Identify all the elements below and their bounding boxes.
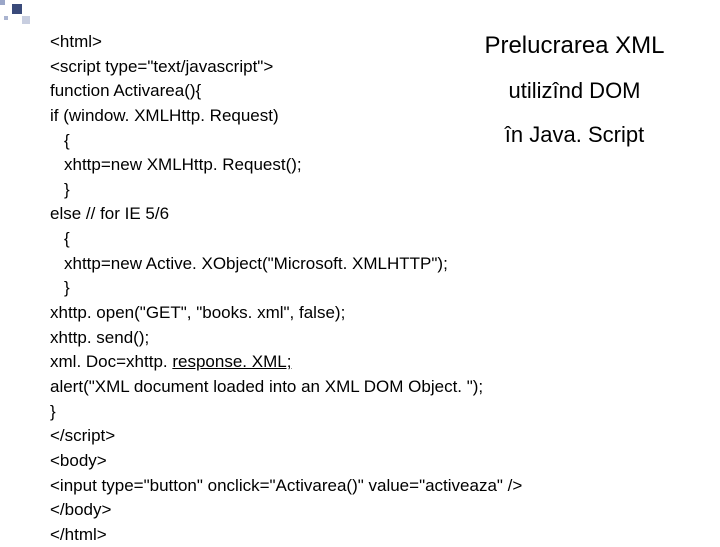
code-text: xml. Doc=xhttp. (50, 352, 172, 371)
title-line-2: utilizînd DOM (467, 78, 682, 104)
code-line: } (50, 178, 690, 203)
title-line-1: Prelucrarea XML (467, 32, 682, 60)
corner-decoration (0, 0, 32, 32)
code-line: </script> (50, 424, 690, 449)
code-line: } (50, 276, 690, 301)
code-line: else // for IE 5/6 (50, 202, 690, 227)
deco-square (12, 4, 22, 14)
code-line: xml. Doc=xhttp. response. XML; (50, 350, 690, 375)
code-line: alert("XML document loaded into an XML D… (50, 375, 690, 400)
code-line: <body> (50, 449, 690, 474)
deco-square (4, 16, 8, 20)
title-block: Prelucrarea XML utilizînd DOM în Java. S… (467, 32, 682, 148)
code-line: xhttp=new Active. XObject("Microsoft. XM… (50, 252, 690, 277)
code-line: xhttp=new XMLHttp. Request(); (50, 153, 690, 178)
code-line: xhttp. send(); (50, 326, 690, 351)
code-line: { (50, 227, 690, 252)
code-line: xhttp. open("GET", "books. xml", false); (50, 301, 690, 326)
code-line: </html> (50, 523, 690, 547)
deco-square (0, 0, 5, 5)
code-line: </body> (50, 498, 690, 523)
title-line-3: în Java. Script (467, 122, 682, 148)
code-line: } (50, 400, 690, 425)
code-underline: response. XML; (172, 352, 291, 371)
deco-square (22, 16, 30, 24)
code-line: <input type="button" onclick="Activarea(… (50, 474, 690, 499)
slide-content: Prelucrarea XML utilizînd DOM în Java. S… (50, 30, 690, 520)
